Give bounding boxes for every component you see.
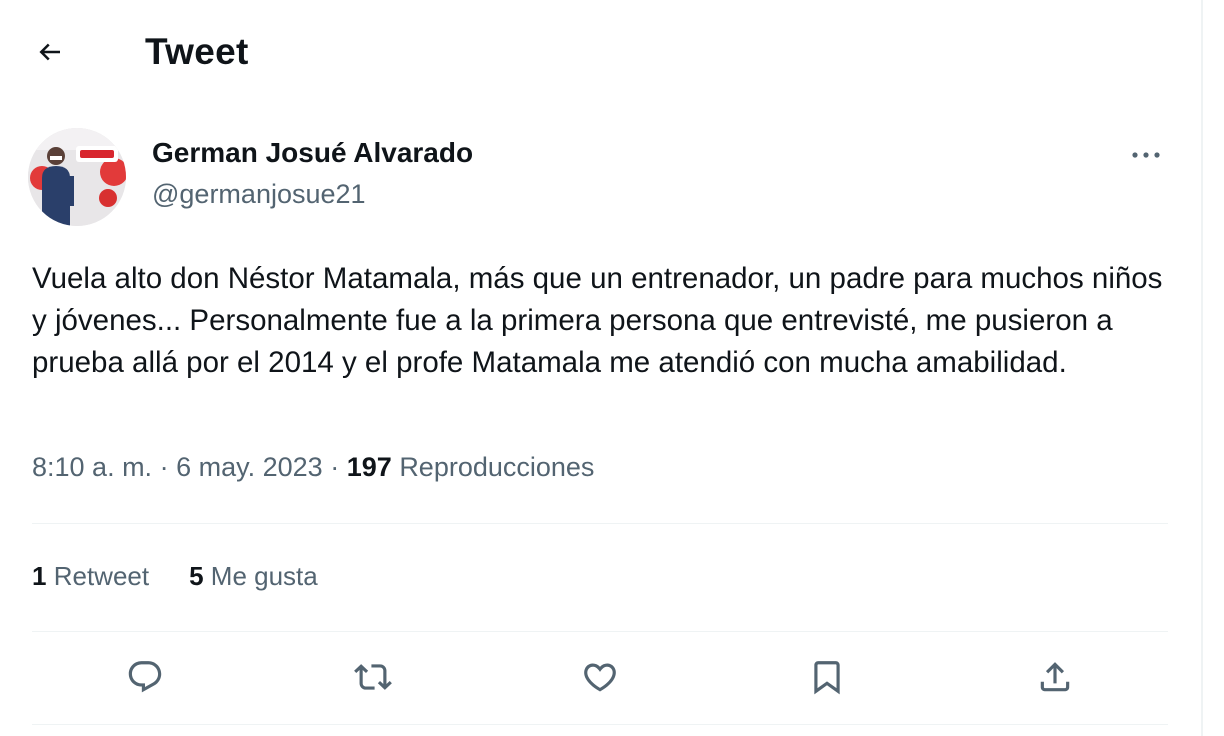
likes-stat[interactable]: 5 Me gusta: [189, 561, 318, 592]
meta-separator: ·: [159, 452, 169, 482]
tweet-meta: 8:10 a. m. · 6 may. 2023 · 197 Reproducc…: [32, 452, 594, 483]
views-label: Reproducciones: [399, 452, 595, 482]
retweet-button[interactable]: [348, 654, 398, 704]
author-name[interactable]: German Josué Alvarado: [152, 137, 473, 169]
retweets-label: Retweet: [53, 561, 150, 591]
tweet-actions-bar: [0, 648, 1200, 712]
meta-separator: ·: [330, 452, 340, 482]
engagement-stats: 1 Retweet 5 Me gusta: [32, 561, 318, 592]
share-icon: [1036, 658, 1074, 701]
arrow-left-icon: [35, 37, 65, 72]
reply-button[interactable]: [120, 654, 170, 704]
retweets-count: 1: [32, 561, 47, 591]
avatar[interactable]: [28, 128, 126, 226]
back-button[interactable]: [26, 30, 74, 78]
retweet-icon: [354, 658, 392, 701]
divider: [32, 523, 1168, 524]
column-border: [1201, 0, 1203, 736]
divider: [32, 631, 1168, 632]
views-count: 197: [346, 452, 392, 482]
more-dots-icon: [1130, 147, 1162, 165]
likes-count: 5: [189, 561, 204, 591]
like-icon: [581, 658, 619, 701]
page-title: Tweet: [145, 31, 249, 72]
divider: [32, 724, 1168, 725]
retweets-stat[interactable]: 1 Retweet: [32, 561, 149, 592]
share-button[interactable]: [1030, 654, 1080, 704]
reply-icon: [126, 658, 164, 701]
page-header: Tweet: [0, 0, 1200, 104]
tweet-date[interactable]: 6 may. 2023: [176, 452, 323, 482]
tweet-text: Vuela alto don Néstor Matamala, más que …: [32, 262, 1163, 379]
tweet-time[interactable]: 8:10 a. m.: [32, 452, 152, 482]
bookmark-button[interactable]: [802, 654, 852, 704]
likes-label: Me gusta: [210, 561, 318, 591]
author-handle[interactable]: @germanjosue21: [152, 179, 366, 210]
more-options-button[interactable]: [1124, 136, 1168, 176]
like-button[interactable]: [575, 654, 625, 704]
bookmark-icon: [808, 658, 846, 701]
